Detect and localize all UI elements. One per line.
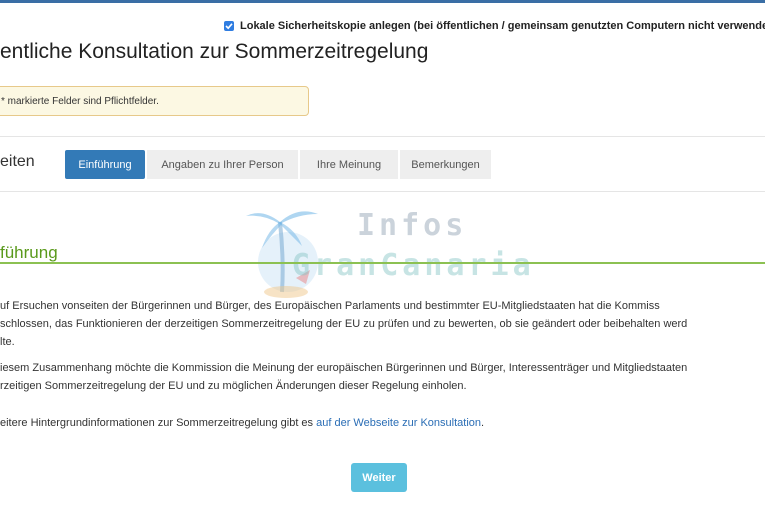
tab-angaben-zu-ihrer-person[interactable]: Angaben zu Ihrer Person xyxy=(147,150,298,179)
paragraph-line: lte. xyxy=(0,336,15,348)
local-backup-label: Lokale Sicherheitskopie anlegen (bei öff… xyxy=(240,20,765,32)
checkmark-icon xyxy=(225,23,233,30)
paragraph-line: uf Ersuchen vonseiten der Bürgerinnen un… xyxy=(0,300,660,312)
info-text: eitere Hintergrundinformationen zur Somm… xyxy=(0,417,317,429)
page-title: entliche Konsultation zur Sommerzeitrege… xyxy=(0,40,429,63)
tab-ihre-meinung[interactable]: Ihre Meinung xyxy=(300,150,398,179)
step-tabs: Einführung Angaben zu Ihrer Person Ihre … xyxy=(65,150,493,179)
divider xyxy=(0,136,765,137)
paragraph-line: schlossen, das Funktionieren der derzeit… xyxy=(0,318,688,330)
local-backup-checkbox[interactable] xyxy=(224,21,234,31)
watermark-line-2: GranCanaria xyxy=(292,248,535,283)
info-suffix: . xyxy=(481,417,485,429)
next-button[interactable]: Weiter xyxy=(351,463,407,492)
consultation-website-link[interactable]: auf der Webseite zur Konsultation xyxy=(316,417,481,429)
watermark-line-1: Infos xyxy=(357,208,468,243)
required-fields-text: * markierte Felder sind Pflichtfelder. xyxy=(1,95,159,107)
watermark: Infos GranCanaria xyxy=(240,200,531,310)
divider xyxy=(0,191,765,192)
steps-label: eiten xyxy=(0,153,35,170)
intro-paragraph-2: iesem Zusammenhang möchte die Kommission… xyxy=(0,359,765,395)
local-backup-option[interactable]: Lokale Sicherheitskopie anlegen (bei öff… xyxy=(224,18,765,34)
required-fields-notice: * markierte Felder sind Pflichtfelder. xyxy=(0,86,309,116)
paragraph-line: rzeitigen Sommerzeitregelung der EU und … xyxy=(0,380,467,392)
info-paragraph: eitere Hintergrundinformationen zur Somm… xyxy=(0,414,765,432)
tab-bemerkungen[interactable]: Bemerkungen xyxy=(400,150,491,179)
top-border xyxy=(0,0,765,3)
intro-paragraph-1: uf Ersuchen vonseiten der Bürgerinnen un… xyxy=(0,297,765,351)
tab-einfuehrung[interactable]: Einführung xyxy=(65,150,145,179)
section-underline xyxy=(0,262,765,264)
section-title: führung xyxy=(0,243,58,262)
paragraph-line: iesem Zusammenhang möchte die Kommission… xyxy=(0,362,688,374)
